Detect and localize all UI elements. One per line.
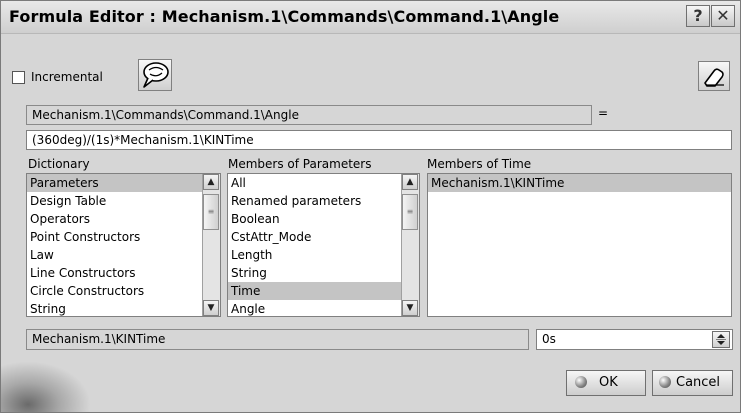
help-icon: ? [693,6,703,25]
list-item[interactable]: All [228,174,419,192]
help-button[interactable]: ? [686,5,710,27]
corner-shading [1,361,91,412]
scroll-thumb[interactable]: ≡ [203,194,219,230]
list-item[interactable]: Operators [27,210,220,228]
value-text: 0s [542,332,556,346]
formula-editor-window: Formula Editor : Mechanism.1\Commands\Co… [0,0,741,413]
list-item[interactable]: Parameters [27,174,220,192]
scroll-down-icon[interactable]: ▼ [402,300,418,316]
close-button[interactable]: ✕ [711,5,735,27]
eraser-icon [704,68,724,87]
members-time-list[interactable]: Mechanism.1\KINTime [427,173,732,317]
list-item[interactable]: Design Table [27,192,220,210]
eraser-button[interactable] [698,61,730,91]
list-item[interactable]: Time [228,282,419,300]
speech-bubble-icon [143,62,169,88]
list-item[interactable]: Mechanism.1\KINTime [428,174,731,192]
cancel-icon [659,375,671,388]
parameter-name-field: Mechanism.1\Commands\Command.1\Angle [26,105,592,125]
dictionary-list[interactable]: Parameters Design Table Operators Point … [26,173,221,317]
value-spinner[interactable] [712,331,730,348]
list-item[interactable]: String [228,264,419,282]
value-input[interactable]: 0s [536,329,733,350]
selected-member-field: Mechanism.1\KINTime [26,329,529,350]
list-item[interactable]: Renamed parameters [228,192,419,210]
dictionary-header: Dictionary [28,157,90,171]
ok-button[interactable]: OK [566,370,646,396]
list-item[interactable]: Boolean [228,210,419,228]
list-item[interactable]: CstAttr_Mode [228,228,419,246]
members-parameters-header: Members of Parameters [228,157,372,171]
cancel-label: Cancel [676,375,721,390]
members-parameters-scrollbar[interactable]: ▲ ≡ ▼ [401,174,419,316]
list-item[interactable]: Circle Constructors [27,282,220,300]
scroll-down-icon[interactable]: ▼ [203,300,219,316]
list-item[interactable]: Angle [228,300,419,316]
cancel-button[interactable]: Cancel [652,370,733,396]
dictionary-scrollbar[interactable]: ▲ ≡ ▼ [202,174,220,316]
scroll-up-icon[interactable]: ▲ [402,174,418,190]
equals-sign: = [598,106,609,120]
ok-icon [575,375,587,388]
list-item[interactable]: String [27,300,220,316]
incremental-checkbox[interactable] [12,71,25,84]
list-item[interactable]: Point Constructors [27,228,220,246]
list-item[interactable]: Line Constructors [27,264,220,282]
formula-input[interactable]: (360deg)/(1s)*Mechanism.1\KINTime [26,130,732,150]
speech-bubble-button[interactable] [138,59,172,91]
window-title: Formula Editor : Mechanism.1\Commands\Co… [9,7,560,26]
members-time-header: Members of Time [427,157,532,171]
list-item[interactable]: Law [27,246,220,264]
incremental-label: Incremental [31,70,103,84]
ok-label: OK [599,375,618,390]
title-bar[interactable]: Formula Editor : Mechanism.1\Commands\Co… [1,1,740,34]
members-parameters-list[interactable]: All Renamed parameters Boolean CstAttr_M… [227,173,420,317]
close-icon: ✕ [716,6,730,25]
scroll-thumb[interactable]: ≡ [402,194,418,230]
list-item[interactable]: Length [228,246,419,264]
spinner-arrows-icon [716,334,726,345]
scroll-up-icon[interactable]: ▲ [203,174,219,190]
